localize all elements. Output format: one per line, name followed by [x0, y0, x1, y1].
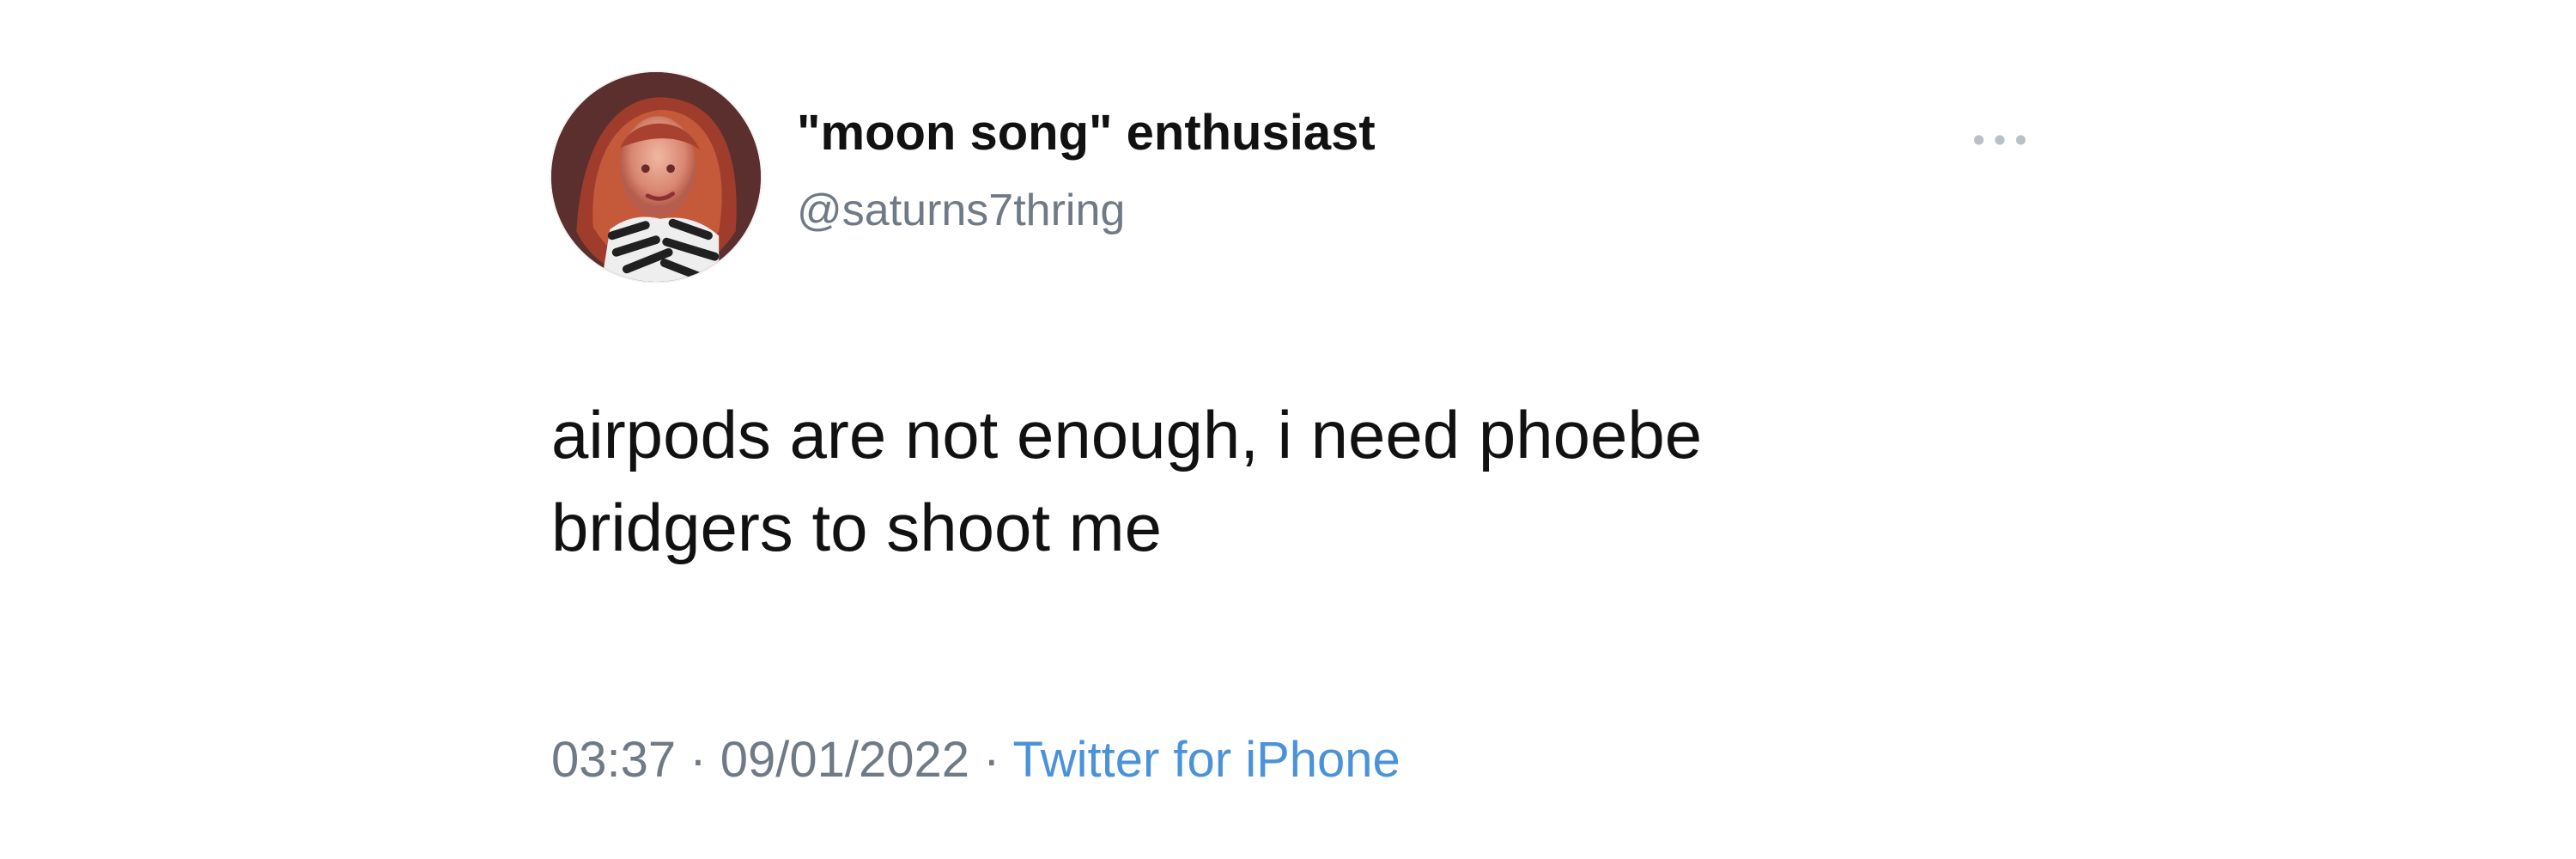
tweet-metadata: 03:37 · 09/01/2022 · Twitter for iPhone — [551, 732, 1400, 789]
tweet-date: 09/01/2022 — [720, 732, 969, 788]
username-handle[interactable]: @saturns7thring — [797, 184, 1125, 237]
tweet-source-link[interactable]: Twitter for iPhone — [1013, 732, 1400, 788]
display-name[interactable]: "moon song" enthusiast — [797, 105, 1376, 161]
more-icon: ••• — [1969, 122, 2032, 160]
avatar-image — [551, 72, 761, 282]
tweet-author[interactable]: "moon song" enthusiast @saturns7thring — [797, 105, 1570, 242]
avatar[interactable] — [551, 72, 761, 282]
more-options-button[interactable]: ••• — [1969, 122, 2032, 160]
tweet-card: "moon song" enthusiast @saturns7thring •… — [464, 34, 2112, 825]
tweet-page: "moon song" enthusiast @saturns7thring •… — [0, 0, 2576, 859]
metadata-separator: · — [676, 732, 720, 788]
metadata-separator: · — [969, 732, 1013, 788]
tweet-time: 03:37 — [551, 732, 677, 788]
tweet-text: airpods are not enough, i need phoebe br… — [551, 397, 1703, 565]
